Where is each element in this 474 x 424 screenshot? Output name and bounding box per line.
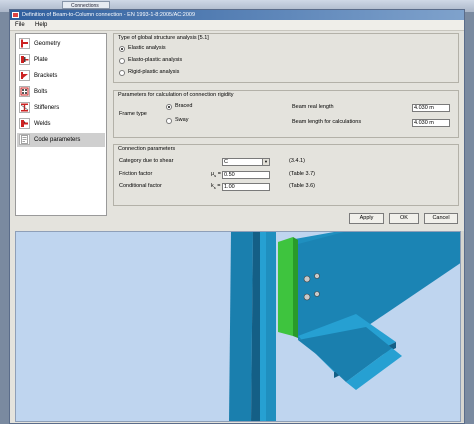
radio-elastic-analysis[interactable] — [119, 46, 125, 52]
menu-help[interactable]: Help — [35, 20, 47, 30]
nav-label: Plate — [34, 57, 48, 63]
radio-braced[interactable] — [166, 104, 172, 110]
frame-type-label: Frame type — [119, 111, 147, 117]
category-shear-value: C — [224, 159, 228, 165]
conditional-symbol: ks = — [211, 183, 221, 191]
bolt-icon — [314, 291, 320, 297]
beam-calc-length-input[interactable]: 4.030 m — [412, 119, 450, 127]
nav-item-welds[interactable]: Welds — [17, 117, 105, 131]
group-title: Type of global structure analysis [5.1] — [118, 35, 209, 41]
background-tab-connections[interactable]: Connections — [62, 1, 110, 9]
app-icon — [12, 12, 19, 18]
nav-item-brackets[interactable]: Brackets — [17, 69, 105, 83]
column-flange-edge — [260, 232, 266, 421]
welds-icon — [19, 118, 30, 129]
nav-label: Code parameters — [34, 137, 81, 143]
nav-item-geometry[interactable]: Geometry — [17, 37, 105, 51]
conditional-factor-input[interactable]: 1.00 — [222, 183, 270, 191]
bolts-icon — [19, 86, 30, 97]
code-parameters-icon — [19, 134, 30, 145]
apply-button[interactable]: Apply — [349, 213, 384, 224]
option-label: Rigid-plastic analysis — [128, 69, 180, 75]
geometry-icon — [19, 38, 30, 49]
category-reference: (3.4.1) — [289, 158, 305, 164]
category-shear-select[interactable]: C ▼ — [222, 158, 270, 166]
3d-preview-viewport[interactable] — [15, 231, 461, 422]
global-analysis-group: Type of global structure analysis [5.1] … — [113, 33, 459, 83]
chevron-down-icon[interactable]: ▼ — [262, 159, 269, 165]
beam-real-length-label: Beam real length — [292, 104, 334, 110]
bolt-icon — [303, 275, 311, 283]
conditional-factor-label: Conditional factor — [119, 183, 162, 189]
option-label: Elastic analysis — [128, 45, 166, 51]
group-title: Connection parameters — [118, 146, 176, 152]
bolt-icon — [303, 293, 311, 301]
radio-sway[interactable] — [166, 118, 172, 124]
beam-real-length-input[interactable]: 4.030 m — [412, 104, 450, 112]
title-bar: Definition of Beam-to-Column connection … — [10, 10, 464, 20]
option-label: Braced — [175, 103, 193, 109]
nav-label: Bolts — [34, 89, 48, 95]
nav-item-bolts[interactable]: Bolts — [17, 85, 105, 99]
friction-reference: (Table 3.7) — [289, 171, 315, 177]
option-label: Elasto-plastic analysis — [128, 57, 183, 63]
group-title: Parameters for calculation of connection… — [118, 92, 234, 98]
end-plate — [278, 237, 293, 336]
nav-item-code-parameters[interactable]: Code parameters — [17, 133, 105, 147]
plate-icon — [19, 54, 30, 65]
nav-label: Brackets — [34, 73, 58, 79]
column-back-flange — [229, 232, 253, 421]
bolt-icon — [314, 273, 320, 279]
connection-parameters-group: Connection parameters Category due to sh… — [113, 144, 459, 206]
nav-item-stiffeners[interactable]: Stiffeners — [17, 101, 105, 115]
friction-factor-input[interactable]: 0.50 — [222, 171, 270, 179]
option-label: Sway — [175, 117, 189, 123]
connection-definition-window: Definition of Beam-to-Column connection … — [9, 9, 465, 424]
brackets-icon — [19, 70, 30, 81]
friction-factor-label: Friction factor — [119, 171, 153, 177]
radio-elasto-plastic-analysis[interactable] — [119, 58, 125, 64]
category-shear-label: Category due to shear — [119, 158, 174, 164]
end-plate-edge — [293, 237, 298, 338]
beam-web — [298, 232, 460, 340]
stiffeners-icon — [19, 102, 30, 113]
connection-3d-model — [229, 232, 460, 421]
menu-bar: File Help — [10, 20, 464, 31]
nav-label: Geometry — [34, 41, 61, 47]
viewport-scrollbar[interactable] — [461, 231, 464, 422]
ok-button[interactable]: OK — [389, 213, 419, 224]
friction-symbol: μs = — [211, 171, 221, 179]
window-title: Definition of Beam-to-Column connection … — [22, 12, 196, 18]
cancel-button[interactable]: Cancel — [424, 213, 458, 224]
menu-file[interactable]: File — [15, 20, 25, 30]
beam-calc-length-label: Beam length for calculations — [292, 119, 362, 125]
conditional-reference: (Table 3.6) — [289, 183, 315, 189]
left-nav-panel: Geometry Plate Brackets Bolts Stiffeners — [15, 33, 107, 216]
nav-label: Welds — [34, 121, 51, 127]
nav-label: Stiffeners — [34, 105, 60, 111]
column-front-flange — [266, 232, 276, 421]
radio-rigid-plastic-analysis[interactable] — [119, 70, 125, 76]
nav-item-plate[interactable]: Plate — [17, 53, 105, 67]
connection-rigidity-group: Parameters for calculation of connection… — [113, 90, 459, 138]
